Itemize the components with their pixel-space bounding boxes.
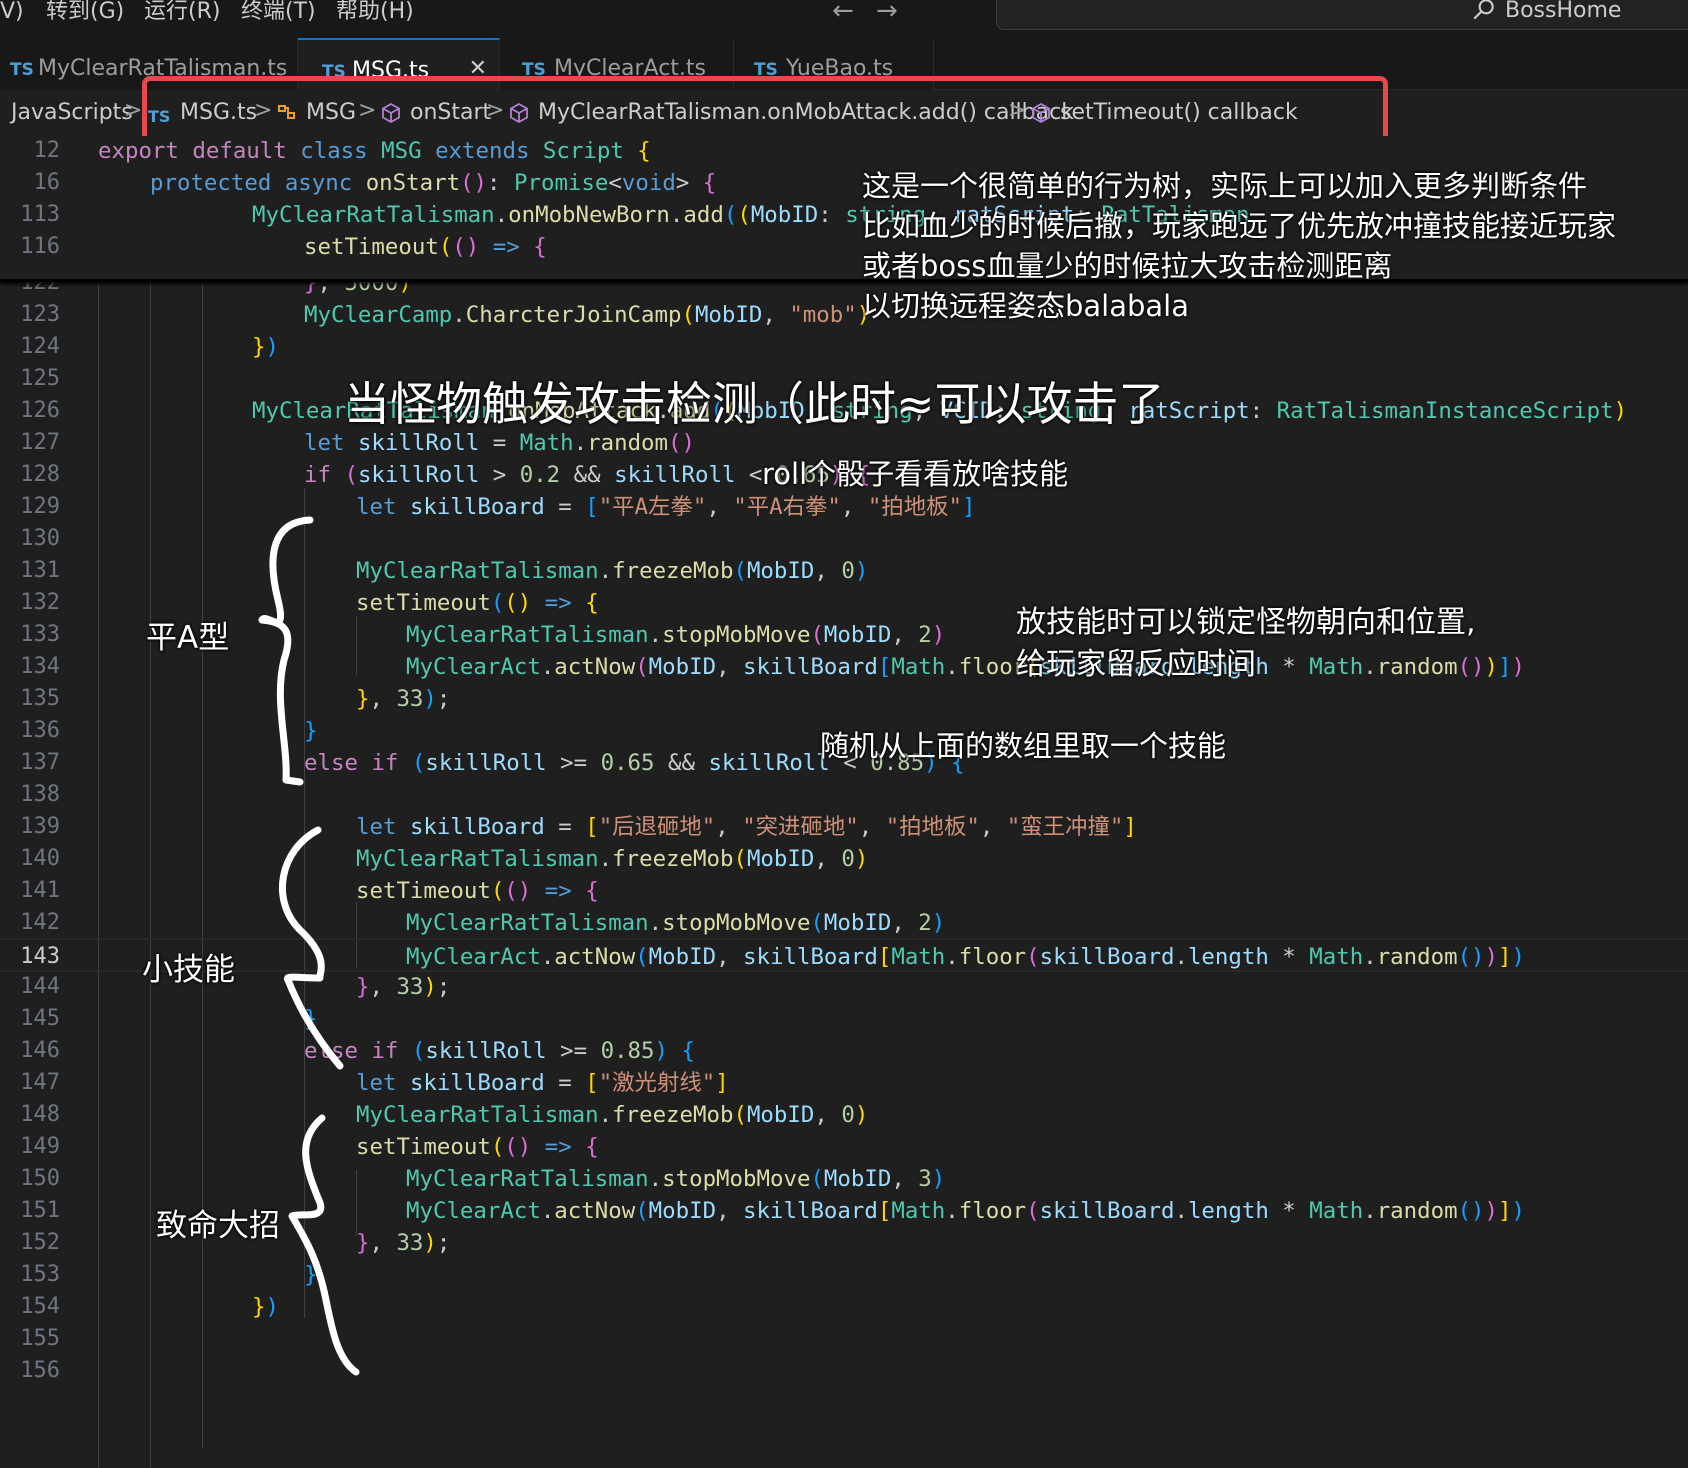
line-number: 134 [20,654,60,679]
line-number: 137 [20,750,60,775]
search-icon [1473,0,1494,20]
code-line[interactable]: 12 export default class MSG extends Scri… [0,136,1688,168]
annotation-line: 这是一个很简单的行为树，实际上可以加入更多判断条件 [862,169,1588,203]
code-line[interactable]: 130 [0,522,1688,556]
menu-view[interactable]: V) [0,0,24,28]
code-line[interactable]: 131 MyClearRatTalisman.freezeMob(MobID, … [0,554,1688,588]
code-line[interactable]: 150 MyClearRatTalisman.stopMobMove(MobID… [0,1162,1688,1196]
line-number: 130 [20,526,60,551]
line-number: 128 [20,462,60,487]
code-line[interactable]: 149 setTimeout(() => { [0,1130,1688,1164]
command-center-label: BossHome [1505,0,1622,23]
forward-arrow-icon[interactable]: → [876,0,898,24]
menu-terminal[interactable]: 终端(T) [241,0,316,28]
code-line[interactable]: 146 else if (skillRoll >= 0.85) { [0,1034,1688,1068]
line-number: 12 [33,138,61,163]
line-number: 126 [20,398,60,423]
code-line[interactable]: 129 let skillBoard = ["平A左拳", "平A右拳", "拍… [0,490,1688,524]
menu-help[interactable]: 帮助(H) [336,0,414,28]
line-number: 151 [20,1198,60,1223]
line-number: 125 [20,366,60,391]
menu-goto[interactable]: 转到(G) [46,0,124,28]
line-number: 127 [20,430,60,455]
code-line[interactable]: 124 }) [0,330,1688,364]
annotation-line: 比如血少的时候后撤，玩家跑远了优先放冲撞技能接近玩家 [862,209,1617,243]
line-number: 146 [20,1038,60,1063]
line-number: 148 [20,1102,60,1127]
code-line[interactable]: 144 }, 33); [0,970,1688,1004]
line-number: 139 [20,814,60,839]
menu-run[interactable]: 运行(R) [144,0,220,28]
line-number: 141 [20,878,60,903]
annotation-line: 以切换远程姿态balabala [862,289,1190,323]
code-line[interactable]: 155 [0,1322,1688,1356]
code-line[interactable]: 153 } [0,1258,1688,1292]
annotation-random: 随机从上面的数组里取一个技能 [820,729,1227,763]
line-number: 144 [20,974,60,999]
code-line[interactable]: 139 let skillBoard = ["后退砸地", "突进砸地", "拍… [0,810,1688,844]
line-number: 133 [20,622,60,647]
line-number: 138 [20,782,60,807]
annotation-line: 给玩家留反应时间 [1016,647,1256,682]
line-number: 140 [20,846,60,871]
code-line-current[interactable]: 143 MyClearAct.actNow(MobID, skillBoard[… [0,938,1688,972]
line-number: 156 [20,1358,60,1383]
code-editor[interactable]: 12 export default class MSG extends Scri… [0,136,1688,1468]
code-line[interactable]: 154 }) [0,1290,1688,1324]
label-normal-attack: 平A型 [146,620,230,656]
typescript-icon: TS [10,60,34,80]
line-number: 149 [20,1134,60,1159]
code-line[interactable]: 156 [0,1354,1688,1388]
line-number: 143 [20,944,60,969]
code-line[interactable]: 145 } [0,1002,1688,1036]
line-number: 16 [33,170,61,195]
code-line[interactable]: 141 setTimeout(() => { [0,874,1688,908]
back-arrow-icon[interactable]: ← [832,0,854,24]
line-number: 136 [20,718,60,743]
annotation-behavior-tree: 这是一个很简单的行为树，实际上可以加入更多判断条件 比如血少的时候后撤，玩家跑远… [862,166,1616,326]
label-ultimate: 致命大招 [156,1208,280,1244]
label-small-skill: 小技能 [142,952,235,988]
line-number: 154 [20,1294,60,1319]
line-number: 155 [20,1326,60,1351]
annotation-line: 或者boss血量少的时候拉大攻击检测距离 [862,249,1393,283]
line-number: 152 [20,1230,60,1255]
line-number: 150 [20,1166,60,1191]
code-line[interactable]: 142 MyClearRatTalisman.stopMobMove(MobID… [0,906,1688,940]
code-line[interactable]: 147 let skillBoard = ["激光射线"] [0,1066,1688,1100]
line-number: 113 [20,202,60,227]
line-number: 145 [20,1006,60,1031]
annotation-lock: 放技能时可以锁定怪物朝向和位置, 给玩家留反应时间 [1016,602,1476,686]
annotation-roll: roll个骰子看看放啥技能 [762,457,1069,491]
line-number: 153 [20,1262,60,1287]
code-line[interactable]: 140 MyClearRatTalisman.freezeMob(MobID, … [0,842,1688,876]
line-number: 129 [20,494,60,519]
line-number: 135 [20,686,60,711]
annotation-line: 放技能时可以锁定怪物朝向和位置, [1016,605,1476,640]
command-center[interactable]: BossHome [996,0,1688,30]
line-number: 147 [20,1070,60,1095]
line-number: 124 [20,334,60,359]
chevron-right-icon: > [124,98,143,123]
line-number: 123 [20,302,60,327]
line-number: 131 [20,558,60,583]
line-number: 116 [20,234,60,259]
code-line[interactable]: 148 MyClearRatTalisman.freezeMob(MobID, … [0,1098,1688,1132]
annotation-attack-trigger: 当怪物触发攻击检测（此时≈可以攻击了 [344,377,1165,431]
breadcrumb-root[interactable]: JavaScripts [11,100,133,126]
code-line[interactable]: 138 [0,778,1688,812]
line-number: 142 [20,910,60,935]
menu-bar: V) 转到(G) 运行(R) 终端(T) 帮助(H) ← → BossHome [0,0,1688,38]
line-number: 132 [20,590,60,615]
code-line[interactable]: 135 }, 33); [0,682,1688,716]
